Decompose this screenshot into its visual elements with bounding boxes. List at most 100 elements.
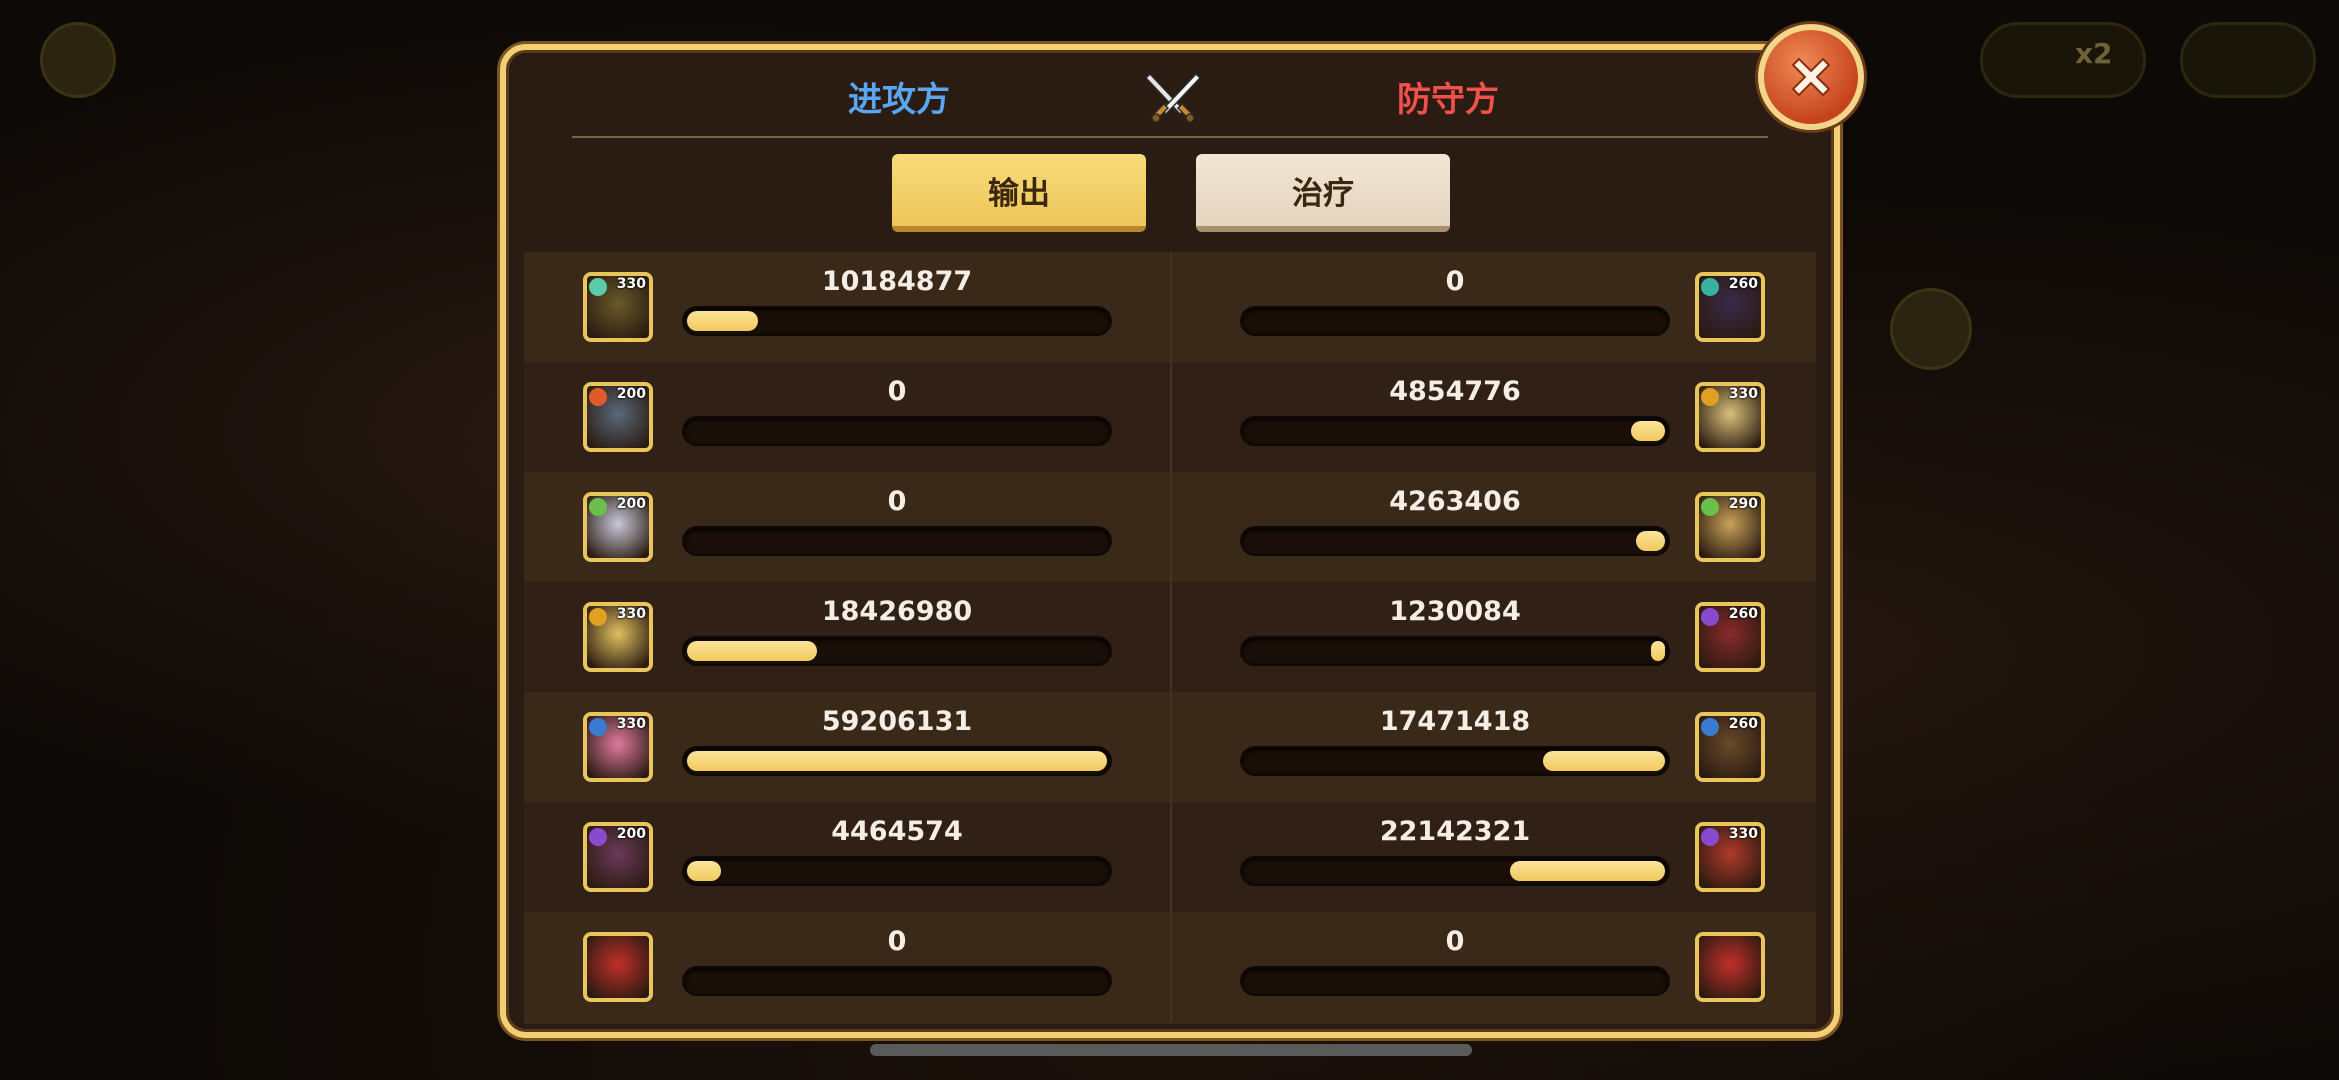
attacker-damage-value: 10184877 <box>821 266 973 297</box>
damage-bar-fill <box>687 861 721 881</box>
stats-row: 00 <box>524 912 1816 1024</box>
hero-level: 260 <box>1728 276 1758 292</box>
defender-damage-bar <box>1240 306 1670 336</box>
list-button[interactable] <box>1890 288 1972 370</box>
damage-bar-fill <box>1636 531 1665 551</box>
hero-face-icon <box>587 936 649 998</box>
attacker-hero-portrait[interactable]: 200 <box>583 382 653 452</box>
defender-damage-bar <box>1240 636 1670 666</box>
damage-bar-fill <box>687 311 758 331</box>
attacker-damage-value: 0 <box>887 376 907 407</box>
damage-bar-fill <box>1543 751 1665 771</box>
hero-level: 200 <box>616 826 646 842</box>
crossed-swords-icon <box>1144 72 1202 123</box>
close-button[interactable] <box>1758 24 1864 130</box>
attacker-damage-bar <box>682 416 1112 446</box>
tab-heal[interactable]: 治疗 <box>1196 154 1450 232</box>
home-indicator <box>870 1044 1472 1056</box>
defender-hero-portrait[interactable]: 260 <box>1695 272 1765 342</box>
damage-bar-fill <box>687 641 817 661</box>
defender-damage-value: 4854776 <box>1389 376 1521 407</box>
element-icon <box>589 498 607 516</box>
element-icon <box>589 828 607 846</box>
header-divider <box>572 136 1768 138</box>
center-divider <box>1170 252 1172 362</box>
defender-hero-portrait[interactable]: 260 <box>1695 712 1765 782</box>
defender-damage-bar <box>1240 746 1670 776</box>
hero-level: 330 <box>616 276 646 292</box>
defender-damage-value: 0 <box>1445 926 1465 957</box>
element-icon <box>1701 498 1719 516</box>
attacker-hero-portrait[interactable]: 330 <box>583 272 653 342</box>
damage-bar-fill <box>1631 421 1665 441</box>
attacker-hero-portrait[interactable]: 330 <box>583 602 653 672</box>
tab-output[interactable]: 输出 <box>892 154 1146 232</box>
hero-level: 330 <box>616 716 646 732</box>
damage-bar-fill <box>1510 861 1665 881</box>
damage-bar-fill <box>687 751 1107 771</box>
stats-row: 330 59206131 17471418 260 <box>524 692 1816 804</box>
hero-level: 260 <box>1728 716 1758 732</box>
attacker-damage-value: 18426980 <box>821 596 973 627</box>
speed-button[interactable]: x2 <box>1980 22 2146 98</box>
defender-damage-value: 0 <box>1445 266 1465 297</box>
element-icon <box>1701 608 1719 626</box>
element-icon <box>1701 828 1719 846</box>
attacker-hero-portrait[interactable]: 330 <box>583 712 653 782</box>
defender-hero-portrait[interactable]: 330 <box>1695 382 1765 452</box>
center-divider <box>1170 912 1172 1022</box>
hero-level: 330 <box>1728 826 1758 842</box>
center-divider <box>1170 362 1172 472</box>
attacker-damage-bar <box>682 966 1112 996</box>
defender-damage-value: 1230084 <box>1389 596 1521 627</box>
hero-level: 290 <box>1728 496 1758 512</box>
skip-button[interactable] <box>2180 22 2316 98</box>
element-icon <box>589 278 607 296</box>
attacker-hero-portrait[interactable]: 200 <box>583 822 653 892</box>
defender-hero-portrait[interactable]: 290 <box>1695 492 1765 562</box>
element-icon <box>1701 388 1719 406</box>
attacker-damage-bar <box>682 636 1112 666</box>
defender-damage-value: 4263406 <box>1389 486 1521 517</box>
defender-damage-value: 22142321 <box>1379 816 1531 847</box>
element-icon <box>589 388 607 406</box>
attacker-title: 进攻方 <box>848 80 950 120</box>
defender-hero-portrait[interactable] <box>1695 932 1765 1002</box>
hero-face-icon <box>1699 936 1761 998</box>
element-icon <box>589 608 607 626</box>
attacker-damage-bar <box>682 526 1112 556</box>
stats-list[interactable]: 330 10184877 0 260 200 0 4854776 330 200 0 4263406… <box>524 252 1816 1024</box>
damage-bar-fill <box>1651 641 1665 661</box>
center-divider <box>1170 582 1172 692</box>
stats-row: 330 10184877 0 260 <box>524 252 1816 364</box>
stats-row: 330 18426980 1230084 260 <box>524 582 1816 694</box>
defender-hero-portrait[interactable]: 260 <box>1695 602 1765 672</box>
defender-damage-value: 17471418 <box>1379 706 1531 737</box>
defender-damage-bar <box>1240 966 1670 996</box>
element-icon <box>589 718 607 736</box>
stats-row: 200 4464574 22142321 330 <box>524 802 1816 914</box>
defender-damage-bar <box>1240 856 1670 886</box>
attacker-hero-portrait[interactable] <box>583 932 653 1002</box>
attacker-damage-bar <box>682 746 1112 776</box>
tab-output-label: 输出 <box>988 175 1050 212</box>
center-divider <box>1170 802 1172 912</box>
center-divider <box>1170 692 1172 802</box>
hero-level: 200 <box>616 386 646 402</box>
menu-button[interactable] <box>40 22 116 98</box>
speed-label: x2 <box>2075 37 2113 70</box>
attacker-damage-bar <box>682 306 1112 336</box>
damage-stats-panel: 进攻方 防守方 输出 治疗 330 10184877 0 260 200 0 4854776… <box>500 44 1840 1038</box>
panel-header: 进攻方 防守方 <box>506 50 1834 138</box>
center-divider <box>1170 472 1172 582</box>
attacker-damage-value: 4464574 <box>831 816 963 847</box>
attacker-damage-value: 0 <box>887 926 907 957</box>
attacker-damage-bar <box>682 856 1112 886</box>
defender-hero-portrait[interactable]: 330 <box>1695 822 1765 892</box>
hero-level: 260 <box>1728 606 1758 622</box>
attacker-hero-portrait[interactable]: 200 <box>583 492 653 562</box>
defender-damage-bar <box>1240 526 1670 556</box>
tab-heal-label: 治疗 <box>1292 175 1354 212</box>
defender-title: 防守方 <box>1397 80 1499 120</box>
hero-level: 330 <box>616 606 646 622</box>
